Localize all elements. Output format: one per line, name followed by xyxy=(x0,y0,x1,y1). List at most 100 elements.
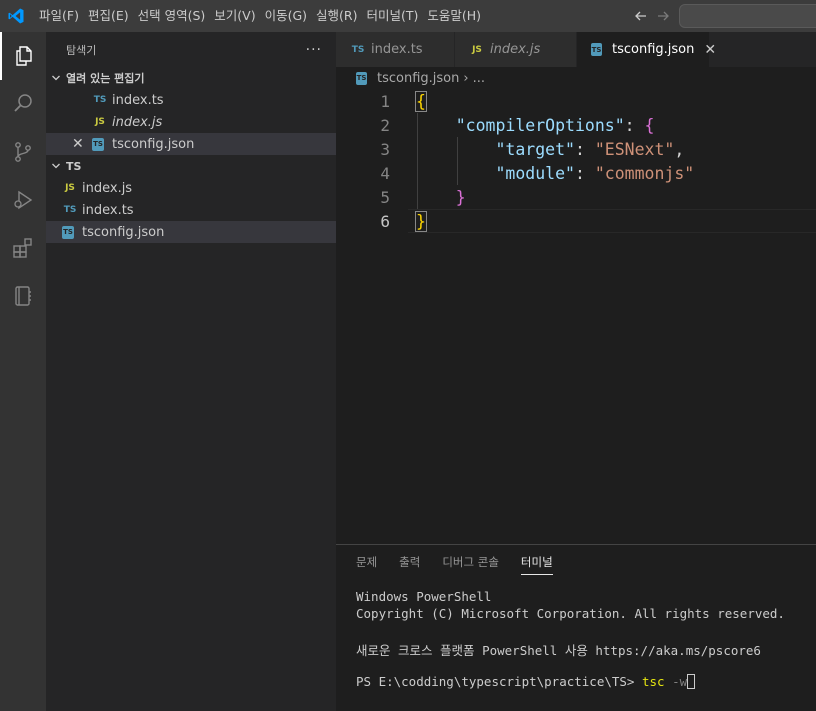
navigation-arrows xyxy=(630,0,674,32)
code-line: 5 } xyxy=(336,185,816,209)
sidebar-title: 탐색기 xyxy=(66,43,97,57)
tab-label: tsconfig.json xyxy=(612,42,695,57)
file-tree-filename: index.ts xyxy=(82,202,134,218)
open-editor-filename: tsconfig.json xyxy=(112,136,195,152)
tab-terminal[interactable]: 터미널 xyxy=(520,545,553,579)
line-number: 3 xyxy=(380,139,390,159)
file-tree-filename: index.js xyxy=(82,180,133,196)
code-line: 1 { xyxy=(336,89,816,113)
json-file-icon: TS xyxy=(62,224,78,240)
tab-label: index.ts xyxy=(371,42,423,57)
menu-bar: 파일(F) 편집(E) 선택 영역(S) 보기(V) 이동(G) 실행(R) 터… xyxy=(35,0,486,32)
tab-index-ts[interactable]: TS index.ts xyxy=(336,32,455,67)
search-icon[interactable] xyxy=(0,80,46,128)
terminal-line: Windows PowerShell xyxy=(356,589,492,604)
typescript-file-icon: TS xyxy=(63,205,77,215)
source-control-icon[interactable] xyxy=(0,128,46,176)
chevron-down-icon xyxy=(46,73,66,83)
folder-name: TS xyxy=(66,159,82,173)
title-bar: 파일(F) 편집(E) 선택 영역(S) 보기(V) 이동(G) 실행(R) 터… xyxy=(0,0,816,32)
line-number: 1 xyxy=(380,91,390,111)
terminal-line: 새로운 크로스 플랫폼 PowerShell 사용 https://aka.ms… xyxy=(356,643,761,658)
close-editor-icon[interactable]: ✕ xyxy=(72,133,84,155)
open-editors-header[interactable]: 열려 있는 편집기 xyxy=(46,67,336,89)
open-editor-item-active[interactable]: ✕ TS tsconfig.json xyxy=(46,133,336,155)
json-file-icon: TS xyxy=(591,42,607,58)
close-tab-icon[interactable]: ✕ xyxy=(704,42,716,58)
back-arrow-icon[interactable] xyxy=(630,5,652,27)
code-text: "target": "ESNext", xyxy=(495,139,685,159)
code-line-current: 6 } xyxy=(336,209,816,233)
breadcrumb-rest[interactable]: ... xyxy=(473,71,485,86)
bottom-panel: 문제 출력 디버그 콘솔 터미널 Windows PowerShell Copy… xyxy=(336,544,816,711)
line-number: 6 xyxy=(380,211,390,231)
code-text: } xyxy=(455,187,466,207)
code-line: 4 "module": "commonjs" xyxy=(336,161,816,185)
code-text: { xyxy=(415,90,427,112)
editor-tabs: TS index.ts JS index.js TS tsconfig.json… xyxy=(336,32,816,67)
menu-terminal[interactable]: 터미널(T) xyxy=(363,0,423,32)
menu-go[interactable]: 이동(G) xyxy=(261,0,311,32)
javascript-file-icon: JS xyxy=(472,44,482,55)
activity-bar xyxy=(0,32,46,711)
breadcrumb: TS tsconfig.json › ... xyxy=(336,67,816,89)
code-text: } xyxy=(415,210,427,232)
menu-file[interactable]: 파일(F) xyxy=(35,0,83,32)
terminal-prompt: PS E:\codding\typescript\practice\TS> xyxy=(356,674,642,689)
tab-index-js[interactable]: JS index.js xyxy=(455,32,577,67)
file-tree-filename: tsconfig.json xyxy=(82,224,165,240)
json-file-icon: TS xyxy=(92,136,108,152)
notebook-icon[interactable] xyxy=(0,272,46,320)
code-text: "compilerOptions": { xyxy=(455,115,655,135)
typescript-file-icon: TS xyxy=(351,44,365,55)
menu-selection[interactable]: 선택 영역(S) xyxy=(134,0,210,32)
line-number: 5 xyxy=(380,187,390,207)
vscode-logo-icon xyxy=(0,0,32,32)
command-center-search[interactable] xyxy=(679,4,816,28)
line-number: 2 xyxy=(380,115,390,135)
json-file-icon: TS xyxy=(356,70,372,86)
terminal-prompt-line: PS E:\codding\typescript\practice\TS> ts… xyxy=(356,674,785,691)
open-editor-filename: index.ts xyxy=(112,92,164,108)
terminal-output[interactable]: Windows PowerShell Copyright (C) Microso… xyxy=(356,589,785,691)
folder-header[interactable]: TS xyxy=(46,155,336,177)
tab-label: index.js xyxy=(490,42,541,57)
tab-problems[interactable]: 문제 xyxy=(356,545,377,579)
line-number: 4 xyxy=(380,163,390,183)
typescript-file-icon: TS xyxy=(93,95,107,105)
extensions-icon[interactable] xyxy=(0,224,46,272)
code-line: 3 "target": "ESNext", xyxy=(336,137,816,161)
terminal-command: tsc xyxy=(641,674,665,689)
tab-debug-console[interactable]: 디버그 콘솔 xyxy=(442,545,499,579)
javascript-file-icon: JS xyxy=(65,183,75,193)
code-editor[interactable]: 1 { 2 "compilerOptions": { 3 "target": "… xyxy=(336,89,816,544)
open-editors-label: 열려 있는 편집기 xyxy=(66,72,145,85)
run-debug-icon[interactable] xyxy=(0,176,46,224)
breadcrumb-file[interactable]: tsconfig.json xyxy=(377,71,459,86)
file-tree-item[interactable]: TS index.ts xyxy=(46,199,336,221)
open-editor-item[interactable]: JS index.js xyxy=(46,111,336,133)
explorer-icon[interactable] xyxy=(0,32,46,80)
code-line: 2 "compilerOptions": { xyxy=(336,113,816,137)
sidebar-header: 탐색기 ··· xyxy=(46,32,336,67)
terminal-argument: -w xyxy=(664,674,688,689)
chevron-down-icon xyxy=(46,161,66,171)
terminal-cursor xyxy=(687,674,696,689)
explorer-sidebar: 탐색기 ··· 열려 있는 편집기 TS index.ts JS index.j… xyxy=(46,32,336,711)
menu-view[interactable]: 보기(V) xyxy=(210,0,259,32)
forward-arrow-icon[interactable] xyxy=(652,5,674,27)
menu-run[interactable]: 실행(R) xyxy=(312,0,361,32)
breadcrumb-chevron-icon: › xyxy=(463,70,469,86)
menu-edit[interactable]: 편집(E) xyxy=(84,0,133,32)
panel-tabs: 문제 출력 디버그 콘솔 터미널 xyxy=(336,545,816,579)
file-tree-item-selected[interactable]: TS tsconfig.json xyxy=(46,221,336,243)
file-tree-item[interactable]: JS index.js xyxy=(46,177,336,199)
more-actions-icon[interactable]: ··· xyxy=(306,42,322,58)
tab-output[interactable]: 출력 xyxy=(399,545,420,579)
terminal-line: Copyright (C) Microsoft Corporation. All… xyxy=(356,606,785,621)
menu-help[interactable]: 도움말(H) xyxy=(423,0,485,32)
open-editor-item[interactable]: TS index.ts xyxy=(46,89,336,111)
tab-tsconfig-json[interactable]: TS tsconfig.json ✕ xyxy=(577,32,716,67)
